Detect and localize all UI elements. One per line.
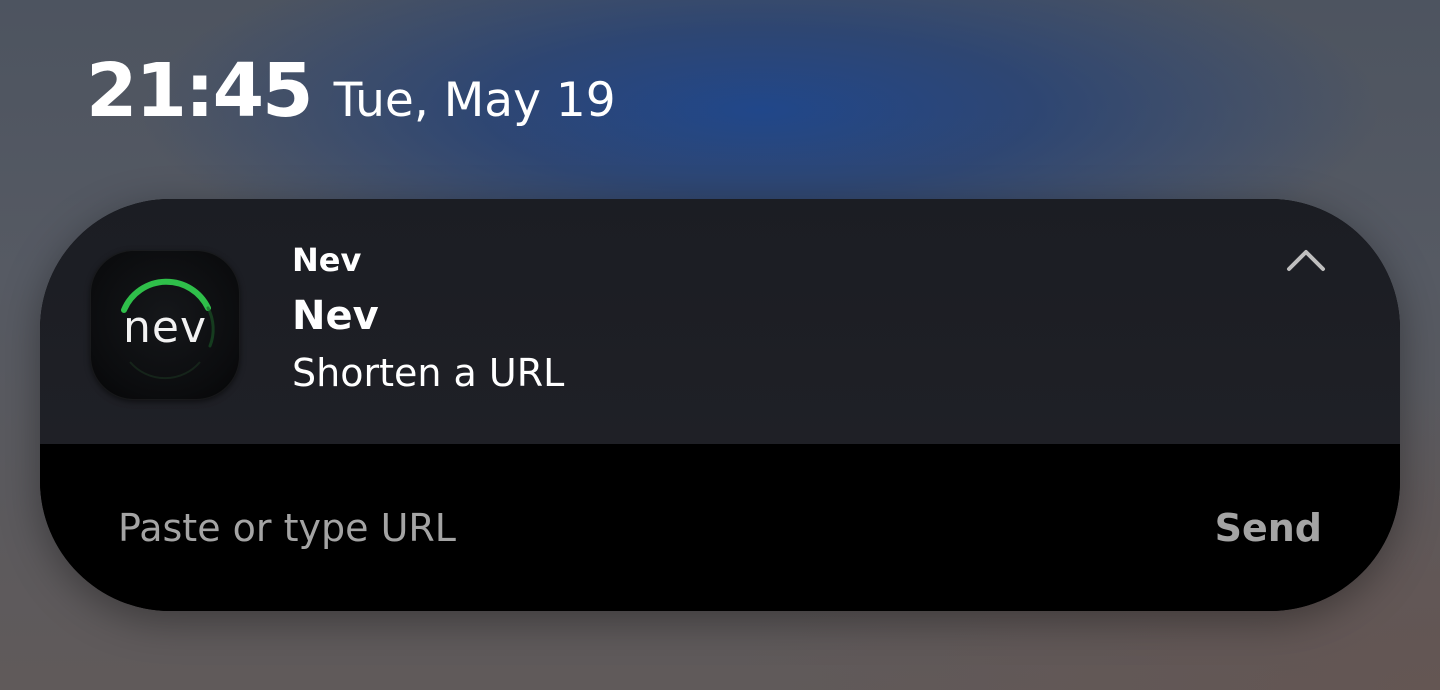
clock-date: Tue, May 19: [333, 73, 616, 128]
send-button[interactable]: Send: [1215, 498, 1322, 558]
lockscreen-clock: 21:45 Tue, May 19: [86, 54, 616, 128]
notification-title: Nev: [292, 293, 379, 339]
clock-time: 21:45: [86, 48, 314, 134]
nev-app-icon: nev: [90, 250, 240, 400]
notification-card[interactable]: nev Nev Nev Shorten a URL Send: [40, 199, 1400, 611]
url-input[interactable]: [118, 498, 1118, 558]
notification-body: Shorten a URL: [292, 351, 565, 395]
chevron-up-icon: [1287, 250, 1325, 271]
collapse-button[interactable]: [1276, 235, 1336, 285]
reply-bar: Send: [40, 444, 1400, 611]
nev-logo-icon: nev: [121, 278, 215, 380]
notification-header[interactable]: nev Nev Nev Shorten a URL: [40, 199, 1400, 444]
notification-app-name: Nev: [292, 241, 362, 279]
nev-logo-wordmark: nev: [123, 302, 207, 353]
